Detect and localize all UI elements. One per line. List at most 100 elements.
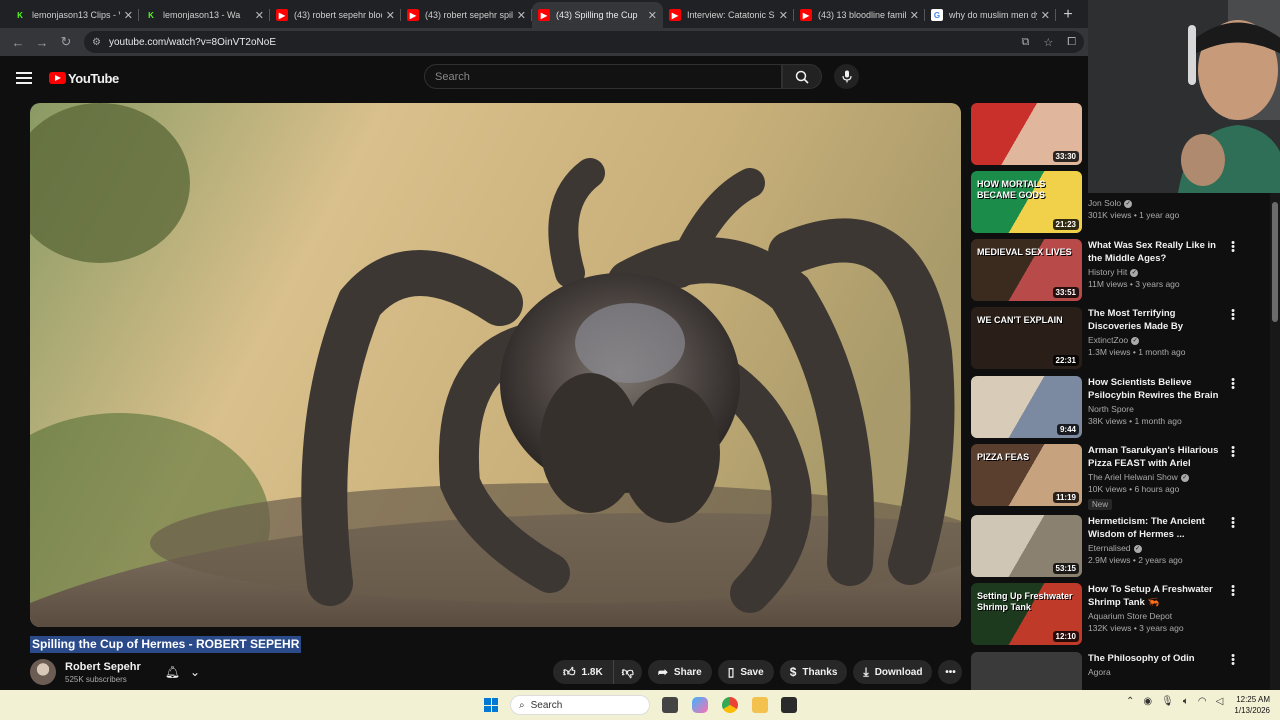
voice-search-button[interactable]: [834, 64, 859, 89]
video-duration: 53:15: [1052, 563, 1079, 574]
browser-tab[interactable]: Klemonjason13 Clips - V ✕: [8, 2, 139, 28]
video-thumbnail[interactable]: [971, 652, 1082, 693]
extensions-icon[interactable]: ⧠: [1067, 36, 1076, 49]
video-player[interactable]: [30, 103, 961, 627]
new-tab-button[interactable]: +: [1056, 2, 1080, 28]
video-thumbnail[interactable]: WE CAN'T EXPLAIN 22:31: [971, 307, 1082, 369]
dislike-button[interactable]: 👎︎: [613, 660, 642, 684]
recommendation-item[interactable]: 9:44 How Scientists Believe Psilocybin Re…: [971, 375, 1241, 440]
recommendation-channel[interactable]: ExtinctZoo ✓: [1088, 335, 1228, 345]
recommendation-channel[interactable]: Aquarium Store Depot: [1088, 611, 1228, 621]
recommendation-info: The Philosophy of Odin Agora: [1088, 652, 1228, 677]
more-vertical-icon[interactable]: • • •: [1229, 306, 1237, 325]
bookmark-icon: ▯: [727, 665, 735, 679]
task-view-icon[interactable]: [662, 697, 678, 713]
recommendation-channel[interactable]: The Ariel Helwani Show ✓: [1088, 472, 1228, 482]
close-tab-icon[interactable]: ✕: [910, 9, 919, 22]
close-tab-icon[interactable]: ✕: [517, 9, 526, 22]
more-actions-button[interactable]: •••: [938, 660, 963, 684]
site-info-icon[interactable]: ⚙: [92, 37, 101, 48]
browser-tab[interactable]: ▶ (43) robert sepehr blood ✕: [270, 2, 401, 28]
scrollbar-thumb[interactable]: [1272, 202, 1278, 322]
taskbar-search[interactable]: ⌕ Search: [510, 695, 650, 715]
reload-button[interactable]: ↻: [54, 30, 78, 54]
copilot-icon[interactable]: [692, 697, 708, 713]
more-vertical-icon[interactable]: • • •: [1229, 375, 1237, 394]
more-vertical-icon[interactable]: • • •: [1229, 514, 1237, 533]
more-vertical-icon[interactable]: • • •: [1229, 238, 1237, 257]
microphone-icon[interactable]: 🎙︎: [1161, 696, 1174, 707]
youtube-logo[interactable]: YouTube: [49, 71, 119, 86]
subscription-notifications-button[interactable]: 🔔︎ ⌄: [165, 665, 200, 679]
browser-tab[interactable]: ▶ (43) Spilling the Cup ✕: [532, 2, 663, 28]
share-button[interactable]: ➦ Share: [647, 660, 712, 684]
close-tab-icon[interactable]: ✕: [124, 9, 133, 22]
save-button[interactable]: ▯ Save: [717, 660, 774, 684]
recommendation-title[interactable]: Arman Tsarukyan's Hilarious Pizza FEAST …: [1088, 444, 1228, 470]
close-tab-icon[interactable]: ✕: [648, 9, 657, 22]
video-thumbnail[interactable]: 9:44: [971, 376, 1082, 438]
recommendation-item[interactable]: PIZZA FEAS 11:19 Arman Tsarukyan's Hilario…: [971, 443, 1241, 510]
browser-tab[interactable]: ▶ (43) robert sepehr spilli ✕: [401, 2, 532, 28]
browser-tab[interactable]: Gwhy do muslim men dy ✕: [925, 2, 1056, 28]
recommendation-item[interactable]: MEDIEVAL SEX LIVES 33:51 What Was Sex Real…: [971, 238, 1241, 303]
hamburger-menu-icon[interactable]: [16, 72, 32, 84]
recommendation-item[interactable]: Setting Up Freshwater Shrimp Tank 12:10 Ho…: [971, 582, 1241, 647]
recommendation-title[interactable]: Hermeticism: The Ancient Wisdom of Herme…: [1088, 515, 1228, 541]
obs-app-icon[interactable]: [781, 697, 797, 713]
install-app-icon[interactable]: ⧉: [1021, 36, 1029, 49]
wifi-icon[interactable]: ◠: [1198, 696, 1207, 707]
recommendation-title[interactable]: What Was Sex Really Like in the Middle A…: [1088, 239, 1228, 265]
recommendation-channel[interactable]: Agora: [1088, 667, 1228, 677]
recommendation-title[interactable]: The Philosophy of Odin: [1088, 652, 1228, 665]
channel-name[interactable]: Robert Sepehr: [65, 661, 141, 673]
recommendation-channel[interactable]: History Hit ✓: [1088, 267, 1228, 277]
video-thumbnail[interactable]: HOW MORTALS BECAME GODS 21:23: [971, 171, 1082, 233]
bookmark-star-icon[interactable]: ☆: [1043, 36, 1053, 49]
video-thumbnail[interactable]: Setting Up Freshwater Shrimp Tank 12:10: [971, 583, 1082, 645]
network-icon[interactable]: ◉: [1143, 696, 1152, 707]
thanks-button[interactable]: $ Thanks: [779, 660, 848, 684]
more-vertical-icon[interactable]: • • •: [1229, 651, 1237, 670]
more-vertical-icon[interactable]: • • •: [1229, 443, 1237, 462]
recommendation-item[interactable]: WE CAN'T EXPLAIN 22:31 The Most Terrifying…: [971, 306, 1241, 371]
recommendation-channel[interactable]: North Spore: [1088, 404, 1228, 414]
windows-start-icon[interactable]: [484, 698, 498, 712]
close-tab-icon[interactable]: ✕: [255, 9, 264, 22]
browser-tab[interactable]: Klemonjason13 - Wa ✕: [139, 2, 270, 28]
address-bar[interactable]: ⚙ youtube.com/watch?v=8OinVT2oNoE ⧉ ☆ ⧠: [84, 31, 1084, 53]
recommendation-item[interactable]: 53:15 Hermeticism: The Ancient Wisdom of …: [971, 514, 1241, 579]
video-thumbnail[interactable]: MEDIEVAL SEX LIVES 33:51: [971, 239, 1082, 301]
back-button[interactable]: ←: [6, 30, 30, 54]
channel-avatar[interactable]: [30, 659, 56, 685]
chevron-up-icon[interactable]: ⌃: [1126, 696, 1134, 707]
close-tab-icon[interactable]: ✕: [779, 9, 788, 22]
taskbar-clock[interactable]: 12:25 AM 1/13/2026: [1226, 694, 1270, 716]
more-vertical-icon[interactable]: • • •: [1229, 582, 1237, 601]
recommendation-title[interactable]: The Most Terrifying Discoveries Made By …: [1088, 307, 1228, 333]
close-tab-icon[interactable]: ✕: [386, 9, 395, 22]
browser-tab[interactable]: ▶ (43) 13 bloodline famili ✕: [794, 2, 925, 28]
browser-tab[interactable]: ▶ Interview: Catatonic Sch ✕: [663, 2, 794, 28]
volume-icon[interactable]: ◁: [1216, 696, 1224, 707]
recommendation-channel[interactable]: Eternalised ✓: [1088, 543, 1228, 553]
speaker-icon[interactable]: 🔈︎: [1183, 696, 1189, 707]
download-button[interactable]: ⤓ Download: [853, 660, 933, 684]
search-button[interactable]: [782, 64, 822, 89]
search-input[interactable]: Search: [424, 64, 782, 89]
thumbs-down-icon: 👎︎: [621, 664, 634, 679]
forward-button[interactable]: →: [30, 30, 54, 54]
file-explorer-icon[interactable]: [752, 697, 768, 713]
video-thumbnail[interactable]: PIZZA FEAS 11:19: [971, 444, 1082, 506]
close-tab-icon[interactable]: ✕: [1041, 9, 1050, 22]
recommendation-title[interactable]: How Scientists Believe Psilocybin Rewire…: [1088, 376, 1228, 402]
recommendation-channel[interactable]: Jon Solo ✓: [1088, 198, 1228, 208]
browser-tab-strip: Klemonjason13 Clips - V ✕ Klemonjason13 - …: [0, 0, 1092, 28]
recommendation-title[interactable]: How To Setup A Freshwater Shrimp Tank 🦐: [1088, 583, 1228, 609]
like-button[interactable]: 👍︎ 1.8K: [553, 660, 614, 684]
video-thumbnail[interactable]: 33:30: [971, 103, 1082, 165]
video-thumbnail[interactable]: 53:15: [971, 515, 1082, 577]
page-scrollbar[interactable]: [1270, 190, 1280, 690]
recommendation-item[interactable]: The Philosophy of Odin Agora • • •: [971, 651, 1241, 693]
chrome-icon[interactable]: [722, 697, 738, 713]
